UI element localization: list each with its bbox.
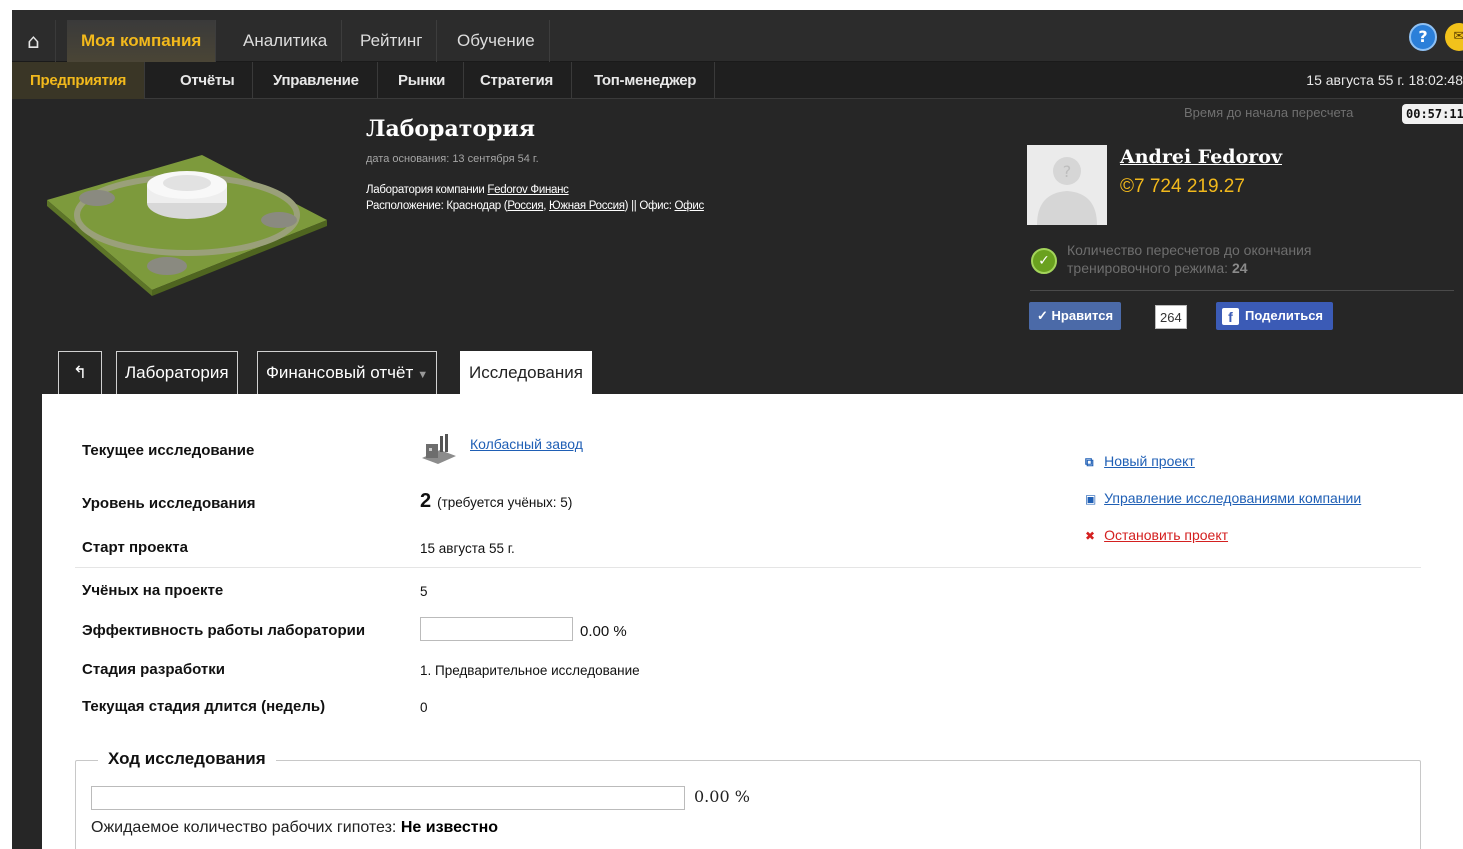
research-panel: Текущее исследование Колбасный завод Уро… [42, 394, 1463, 849]
game-datetime: 15 августа 55 г. 18:02:48 [1306, 72, 1463, 88]
training-count: 24 [1231, 260, 1248, 276]
separator [75, 567, 1421, 568]
project-start-value: 15 августа 55 г. [420, 541, 515, 556]
messages-icon[interactable]: ✉ [1445, 23, 1463, 51]
research-progress-section: Ход исследования 0.00 % Ожидаемое количе… [75, 749, 1421, 849]
hypotheses-label: Ожидаемое количество рабочих гипотез: [91, 819, 401, 836]
new-project-action[interactable]: ⧉ Новый проект [1085, 451, 1195, 470]
back-arrow-icon: ↰ [72, 363, 88, 382]
back-tab[interactable]: ↰ [58, 351, 102, 395]
share-label: Поделиться [1245, 308, 1324, 323]
svg-text:?: ? [1063, 162, 1072, 181]
scientists-label: Учёных на проекте [82, 582, 224, 599]
subtab-reports[interactable]: Отчёты [162, 62, 254, 99]
home-icon[interactable]: ⌂ [12, 20, 56, 62]
subtab-strategy[interactable]: Стратегия [462, 62, 572, 99]
tab-research[interactable]: Исследования [460, 351, 592, 395]
stop-project-link[interactable]: Остановить проект [1104, 527, 1228, 543]
training-info: Количество пересчетов до окончания трени… [1067, 241, 1367, 277]
tab-learning[interactable]: Обучение [443, 20, 550, 62]
recalc-label: Время до начала пересчета [1184, 105, 1354, 120]
avatar[interactable]: ? [1027, 145, 1107, 225]
tab-laboratory[interactable]: Лаборатория [116, 351, 238, 395]
share-button[interactable]: f Поделиться [1216, 302, 1334, 330]
stage-value: 1. Предварительное исследование [420, 663, 640, 678]
research-level-label: Уровень исследования [82, 495, 256, 512]
sub-navigation: Предприятия Отчёты Управление Рынки Стра… [12, 62, 1463, 99]
subtab-management[interactable]: Управление [255, 62, 378, 99]
country-link[interactable]: Россия [507, 200, 543, 212]
current-research-label: Текущее исследование [82, 442, 255, 459]
facebook-icon: f [1222, 307, 1239, 325]
new-window-icon: ⧉ [1085, 455, 1094, 469]
company-info: Лаборатория компании Fedorov Финанс [366, 184, 569, 196]
tab-financial-report[interactable]: Финансовый отчёт ▼ [257, 351, 438, 395]
office-link[interactable]: Офис [675, 200, 705, 212]
laboratory-image [47, 155, 327, 296]
unit-title: Лаборатория [366, 116, 535, 142]
top-navigation: ⌂ Моя компания Аналитика Рейтинг Обучени… [12, 10, 1463, 62]
chevron-down-icon: ▼ [417, 369, 429, 381]
stage-weeks-label: Текущая стадия длится (недель) [82, 698, 326, 715]
current-research-link[interactable]: Колбасный завод [470, 436, 583, 452]
avatar-placeholder-icon: ? [1027, 145, 1107, 225]
project-start-label: Старт проекта [82, 539, 188, 556]
check-icon: ✓ [1031, 248, 1057, 274]
founded-date: дата основания: 13 сентября 54 г. [366, 153, 539, 165]
research-progress-bar [91, 786, 685, 810]
tab-analytics[interactable]: Аналитика [229, 20, 343, 62]
like-count: 264 [1155, 305, 1187, 329]
location-prefix: Расположение: Краснодар ( [366, 200, 508, 212]
help-icon[interactable]: ? [1409, 23, 1437, 51]
company-link[interactable]: Fedorov Финанс [487, 184, 569, 196]
stage-weeks-value: 0 [420, 700, 428, 715]
close-icon: ✖ [1085, 529, 1096, 543]
stop-project-action[interactable]: ✖ Остановить проект [1085, 525, 1228, 544]
efficiency-value: 0.00 % [580, 623, 627, 640]
subtab-top-manager[interactable]: Топ-менеджер [576, 62, 716, 99]
user-balance: ©7 724 219.27 [1120, 176, 1245, 197]
research-level-number: 2 [420, 490, 432, 512]
manage-research-action[interactable]: ▣ Управление исследованиями компании [1085, 488, 1361, 507]
divider [1030, 290, 1454, 291]
new-project-link[interactable]: Новый проект [1104, 453, 1195, 469]
square-icon: ▣ [1085, 492, 1097, 506]
manage-research-link[interactable]: Управление исследованиями компании [1104, 490, 1361, 506]
app-frame: ⌂ Моя компания Аналитика Рейтинг Обучени… [12, 10, 1463, 849]
training-text: Количество пересчетов до окончания трени… [1067, 242, 1312, 276]
hypotheses-info: Ожидаемое количество рабочих гипотез: Не… [91, 819, 498, 837]
company-prefix: Лаборатория компании [366, 184, 488, 196]
location-info: Расположение: Краснодар (Россия, Южная Р… [366, 200, 704, 212]
region-link[interactable]: Южная Россия [549, 200, 625, 212]
efficiency-label: Эффективность работы лаборатории [82, 622, 366, 639]
recalc-timer: 00:57:11 [1402, 104, 1463, 124]
hypotheses-value: Не известно [400, 819, 498, 836]
research-level-note: (требуется учёных: 5) [437, 495, 573, 510]
research-progress-value: 0.00 % [694, 787, 750, 806]
research-level-value: 2 (требуется учёных: 5) [420, 490, 572, 513]
like-button[interactable]: ✓ Нравится [1029, 302, 1122, 330]
scientists-value: 5 [420, 584, 428, 599]
user-name-link[interactable]: Andrei Fedorov [1120, 146, 1282, 168]
efficiency-bar [420, 617, 573, 641]
tab-my-company[interactable]: Моя компания [67, 20, 217, 62]
tab-financial-report-label: Финансовый отчёт [266, 363, 414, 382]
subtab-markets[interactable]: Рынки [380, 62, 465, 99]
research-progress-title: Ход исследования [98, 749, 276, 769]
office-separator: ) || Офис: [624, 200, 675, 212]
subtab-enterprises[interactable]: Предприятия [12, 62, 146, 99]
tab-rating[interactable]: Рейтинг [346, 20, 438, 62]
stage-label: Стадия разработки [82, 661, 225, 678]
factory-icon [422, 434, 456, 464]
